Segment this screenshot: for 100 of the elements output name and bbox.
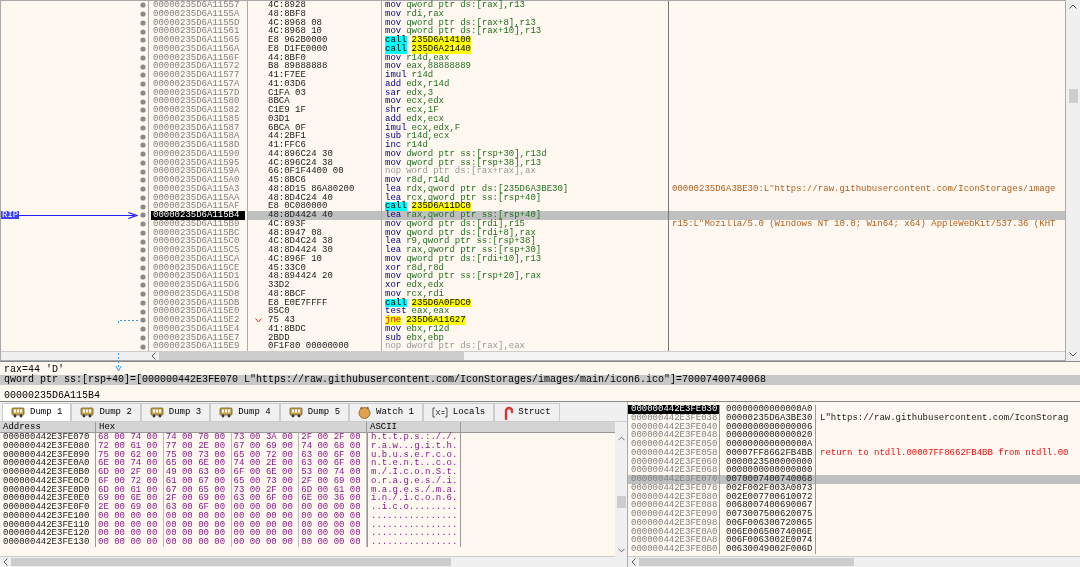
breakpoint-dot-icon[interactable] [140,63,146,70]
breakpoint-dot-icon[interactable] [140,317,146,324]
operands: edx,edx [406,281,444,290]
hex-bytes: 74 00 68 00 [299,441,367,451]
stack-address[interactable]: 000000442E3FE060 [628,457,720,467]
operands: ecx,edx [406,97,444,106]
mnemonic: call [385,202,407,211]
hex-bytes: 00 00 00 00 [231,511,300,521]
breakpoint-dot-icon[interactable] [140,151,146,158]
column-header[interactable]: Address [0,422,96,432]
instruction-address[interactable]: 00000235D6A115B4 [151,211,245,220]
breakpoint-dot-icon[interactable] [140,159,146,166]
breakpoint-dot-icon[interactable] [140,177,146,184]
stack-address[interactable]: 000000442E3FE070 [628,475,720,484]
breakpoint-dot-icon[interactable] [140,2,146,9]
variable-icon [431,407,448,418]
breakpoint-dot-icon[interactable] [140,28,146,35]
instruction-bytes: 41:03D6 [268,78,306,89]
breakpoint-dot-icon[interactable] [140,89,146,96]
breakpoint-dot-icon[interactable] [140,133,146,140]
breakpoint-dot-icon[interactable] [140,308,146,315]
breakpoint-dot-icon[interactable] [140,98,146,105]
breakpoint-dot-icon[interactable] [140,124,146,131]
breakpoint-dot-icon[interactable] [140,72,146,79]
stack-address[interactable]: 000000442E3FE048 [628,431,720,440]
breakpoint-dot-icon[interactable] [140,107,146,114]
instruction-bytes: 6BCA 0F [268,122,306,133]
hex-bytes: 63 00 6F 00 [231,494,300,503]
instruction-bytes: 48:8D4424 30 [268,245,333,255]
tab[interactable]: Dump 2 [71,403,141,421]
scroll-left-icon[interactable] [3,558,8,566]
horizontal-scrollbar[interactable] [159,352,1065,360]
tab[interactable]: Struct [494,403,560,421]
breakpoint-dot-icon[interactable] [140,264,146,271]
mnemonic: mov [385,27,402,36]
column-header[interactable]: ASCII [367,422,461,432]
stack-address[interactable]: 000000442E3FE088 [628,501,720,510]
stack-address[interactable]: 000000442E3FE050 [628,440,720,449]
breakpoint-dot-icon[interactable] [140,142,146,149]
breakpoint-dot-icon[interactable] [140,247,146,254]
breakpoint-dot-icon[interactable] [140,81,146,88]
horizontal-scrollbar[interactable] [11,558,451,566]
stack-address[interactable]: 000000442E3FE078 [628,483,720,493]
breakpoint-dot-icon[interactable] [140,238,146,245]
breakpoint-dot-icon[interactable] [140,37,146,44]
tab[interactable]: Dump 5 [279,403,350,421]
instruction-bytes: 66:0F1F4400 00 [268,166,344,177]
breakpoint-dot-icon[interactable] [140,19,146,26]
breakpoint-dot-icon[interactable] [140,291,146,298]
stack-address[interactable]: 000000442E3FE098 [628,518,720,528]
stack-address[interactable]: 000000442E3FE040 [628,422,720,432]
instruction-bytes: 75 43 [268,315,295,325]
dump-address: 000000442E3FE110 [0,520,96,530]
stack-address[interactable]: 000000442E3FE030 [628,405,720,414]
breakpoint-dot-icon[interactable] [140,229,146,236]
breakpoint-dot-icon[interactable] [140,343,146,350]
stack-address[interactable]: 000000442E3FE0B0 [628,545,720,554]
scrollbar-thumb[interactable] [616,496,626,508]
stack-address[interactable]: 000000442E3FE0A8 [628,536,720,545]
breakpoint-dot-icon[interactable] [140,273,146,280]
scroll-left-icon[interactable] [631,558,636,566]
instruction-bytes: 48:8947 08 [268,227,322,238]
breakpoint-dot-icon[interactable] [140,186,146,193]
instruction-bytes: 41:8BDC [268,323,306,334]
breakpoint-dot-icon[interactable] [140,326,146,333]
breakpoint-dot-icon[interactable] [140,212,146,219]
tab[interactable]: Locals [422,403,495,421]
instruction-bytes: 2BDD [268,332,290,343]
stack-address[interactable]: 000000442E3FE0A0 [628,527,720,537]
instruction-bytes: 4C:8D4C24 38 [268,236,333,247]
stack-address[interactable]: 000000442E3FE090 [628,510,720,519]
column-header[interactable]: Hex [96,422,367,432]
breakpoint-dot-icon[interactable] [140,194,146,201]
scroll-left-icon[interactable] [151,352,156,360]
scroll-up-icon[interactable] [1069,4,1077,9]
breakpoint-dot-icon[interactable] [140,221,146,228]
tab[interactable]: Dump 1 [2,403,72,421]
breakpoint-dot-icon[interactable] [140,116,146,123]
tab[interactable]: Dump 3 [140,403,211,421]
breakpoint-dot-icon[interactable] [140,168,146,175]
mnemonic: mov [385,254,402,264]
stack-address[interactable]: 000000442E3FE038 [628,413,720,423]
breakpoint-dot-icon[interactable] [140,54,146,61]
stack-address[interactable]: 000000442E3FE080 [628,492,720,502]
breakpoint-dot-icon[interactable] [140,299,146,306]
breakpoint-dot-icon[interactable] [140,46,146,53]
hex-bytes: 69 00 6E 00 [96,494,164,503]
scrollbar-thumb[interactable] [1068,89,1078,103]
scroll-up-icon[interactable] [617,436,625,441]
stack-address[interactable]: 000000442E3FE058 [628,448,720,458]
scroll-down-icon[interactable] [1069,352,1077,357]
tab[interactable]: Watch 1 [349,403,423,421]
breakpoint-dot-icon[interactable] [140,256,146,263]
breakpoint-dot-icon[interactable] [140,11,146,18]
scroll-down-icon[interactable] [617,548,625,553]
tab[interactable]: Dump 4 [210,403,280,421]
breakpoint-dot-icon[interactable] [140,334,146,341]
breakpoint-dot-icon[interactable] [140,282,146,289]
horizontal-scrollbar[interactable] [639,558,854,566]
breakpoint-dot-icon[interactable] [140,203,146,210]
